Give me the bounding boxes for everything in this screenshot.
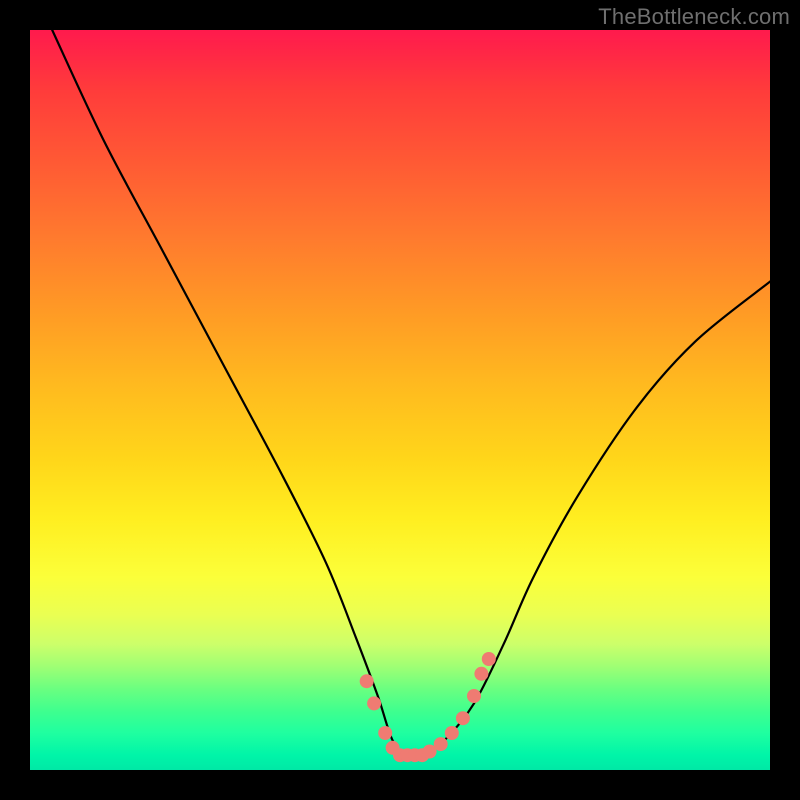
marker-dot [434, 737, 448, 751]
marker-dot [367, 696, 381, 710]
watermark-text: TheBottleneck.com [598, 4, 790, 30]
marker-dot [456, 711, 470, 725]
marker-dot [467, 689, 481, 703]
marker-dot [378, 726, 392, 740]
marker-dot [474, 667, 488, 681]
curve-svg [30, 30, 770, 770]
plot-area [30, 30, 770, 770]
marker-dot [445, 726, 459, 740]
bottleneck-curve [52, 30, 770, 757]
marker-dot [482, 652, 496, 666]
marker-dot [360, 674, 374, 688]
marker-dots [360, 652, 496, 762]
chart-frame: TheBottleneck.com [0, 0, 800, 800]
